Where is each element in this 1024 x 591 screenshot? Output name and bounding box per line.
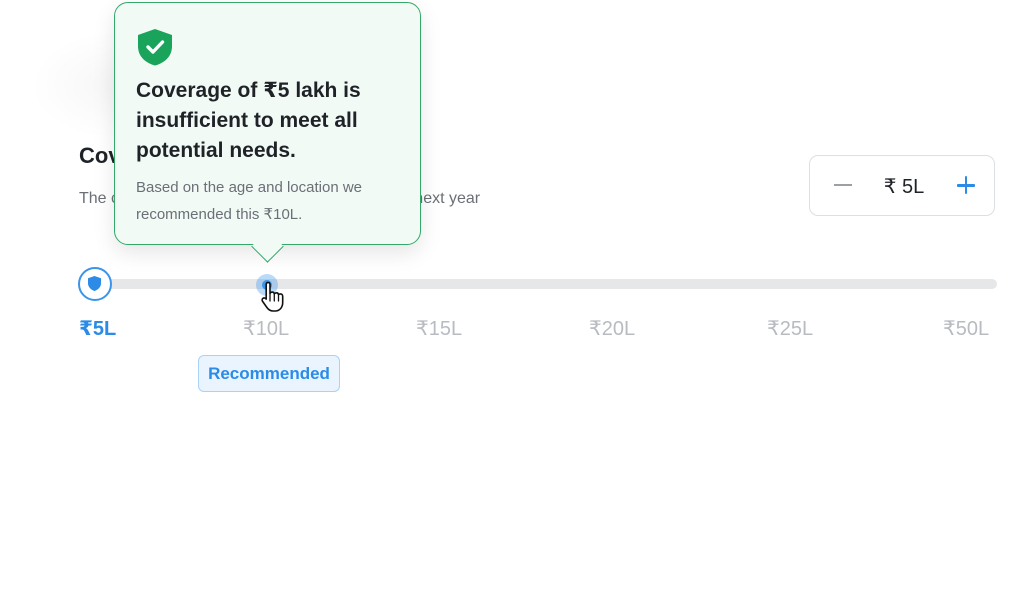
coverage-stepper: ₹ 5L [809,155,995,216]
minus-icon [834,184,852,186]
hand-cursor-icon [261,281,284,312]
recommended-badge: Recommended [198,355,340,392]
tooltip-body: Based on the age and location we recomme… [136,179,363,223]
slider-track[interactable] [95,279,997,289]
shield-check-icon [138,29,172,66]
tick-25l[interactable]: ₹25L [767,316,813,341]
tick-50l[interactable]: ₹50L [943,316,989,341]
coverage-warning-tooltip: Coverage of ₹5 lakh is insufficient to m… [114,2,421,263]
tick-20l[interactable]: ₹20L [589,316,635,341]
tick-15l[interactable]: ₹15L [416,316,462,341]
tick-5l[interactable]: ₹5L [79,316,116,341]
stepper-value: ₹ 5L [883,176,925,198]
shield-icon [88,276,101,291]
decrement-button[interactable] [832,173,854,197]
increment-button[interactable] [954,173,978,197]
tooltip-title: Coverage of ₹5 lakh is insufficient to m… [136,79,361,162]
tick-10l[interactable]: ₹10L [243,316,289,341]
tooltip-caret [251,230,284,263]
slider-thumb[interactable] [78,267,112,301]
